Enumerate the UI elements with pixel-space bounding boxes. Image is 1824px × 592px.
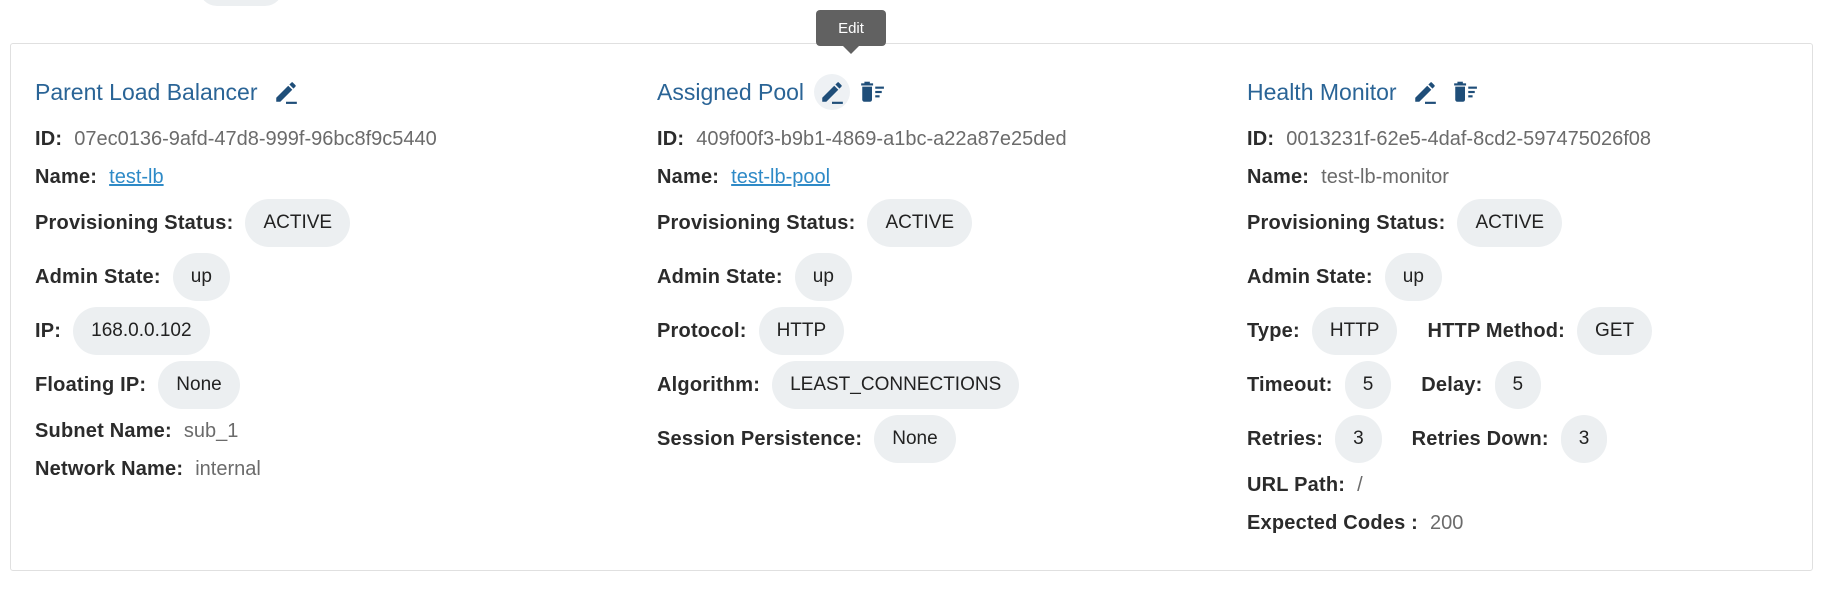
delete-monitor-button[interactable] bbox=[1447, 74, 1483, 110]
lb-subnet-label: Subnet Name: bbox=[35, 419, 172, 442]
pool-name-label: Name: bbox=[657, 165, 720, 188]
monitor-timeout-label: Timeout: bbox=[1247, 373, 1333, 396]
delete-sweep-icon bbox=[1453, 81, 1477, 102]
load-balancer-title: Parent Load Balancer bbox=[35, 78, 258, 105]
monitor-timeout-chip: 5 bbox=[1344, 361, 1392, 409]
pool-admin-label: Admin State: bbox=[657, 265, 783, 288]
lb-fip-chip: None bbox=[158, 361, 240, 409]
top-chip bbox=[199, 0, 283, 6]
monitor-type-label: Type: bbox=[1247, 319, 1300, 342]
monitor-retries-label: Retries: bbox=[1247, 427, 1324, 450]
pool-section: Assigned Pool ID:409f00f3-b9b1-4869-a1b bbox=[657, 74, 1237, 466]
monitor-retries-down-label: Retries Down: bbox=[1411, 427, 1549, 450]
monitor-prov-label: Provisioning Status: bbox=[1247, 211, 1446, 234]
pool-session-label: Session Persistence: bbox=[657, 427, 863, 450]
monitor-id-value: 0013231f-62e5-4daf-8cd2-597475026f08 bbox=[1286, 127, 1652, 150]
monitor-retries-down-chip: 3 bbox=[1560, 415, 1608, 463]
lb-admin-label: Admin State: bbox=[35, 265, 161, 288]
monitor-admin-chip: up bbox=[1384, 253, 1442, 301]
lb-network-label: Network Name: bbox=[35, 457, 184, 480]
pool-prov-label: Provisioning Status: bbox=[657, 211, 856, 234]
pool-admin-chip: up bbox=[794, 253, 852, 301]
lb-id-value: 07ec0136-9afd-47d8-999f-96bc8f9c5440 bbox=[74, 127, 437, 150]
monitor-codes-value: 200 bbox=[1430, 511, 1464, 534]
lb-admin-chip: up bbox=[172, 253, 230, 301]
edit-load-balancer-button[interactable] bbox=[268, 74, 304, 110]
pool-protocol-chip: HTTP bbox=[758, 307, 845, 355]
monitor-url-label: URL Path: bbox=[1247, 473, 1346, 496]
edit-pencil-icon bbox=[822, 82, 843, 104]
monitor-method-label: HTTP Method: bbox=[1427, 319, 1566, 342]
monitor-name-label: Name: bbox=[1247, 165, 1310, 188]
lb-prov-chip: ACTIVE bbox=[245, 199, 351, 247]
detail-card: Parent Load Balancer ID: 07ec0136-9afd-47… bbox=[10, 43, 1813, 571]
edit-monitor-button[interactable] bbox=[1407, 74, 1443, 110]
monitor-method-chip: GET bbox=[1577, 307, 1653, 355]
monitor-name-value: test-lb-monitor bbox=[1321, 165, 1449, 188]
monitor-title: Health Monitor bbox=[1247, 78, 1397, 105]
lb-network-value: internal bbox=[195, 457, 261, 480]
delete-sweep-icon bbox=[861, 81, 884, 102]
pool-title: Assigned Pool bbox=[657, 78, 805, 105]
monitor-type-chip: HTTP bbox=[1311, 307, 1398, 355]
lb-name-label: Name: bbox=[35, 165, 98, 188]
pool-algorithm-label: Algorithm: bbox=[657, 373, 761, 396]
pool-id-label: ID: bbox=[657, 127, 685, 150]
load-balancer-section: Parent Load Balancer ID: 07ec0136-9afd-47… bbox=[35, 74, 635, 488]
monitor-admin-label: Admin State: bbox=[1247, 265, 1373, 288]
edit-pencil-icon bbox=[1414, 82, 1436, 104]
monitor-url-value: / bbox=[1357, 473, 1363, 496]
monitor-delay-chip: 5 bbox=[1494, 361, 1542, 409]
lb-id-label: ID: bbox=[35, 127, 63, 150]
pool-protocol-label: Protocol: bbox=[657, 319, 747, 342]
delete-pool-button[interactable] bbox=[854, 74, 890, 110]
pool-algorithm-chip: LEAST_CONNECTIONS bbox=[772, 361, 1020, 409]
pool-session-chip: None bbox=[874, 415, 956, 463]
edit-pool-button[interactable] bbox=[814, 74, 851, 110]
lb-fip-label: Floating IP: bbox=[35, 373, 147, 396]
monitor-retries-chip: 3 bbox=[1335, 415, 1382, 463]
lb-ip-label: IP: bbox=[35, 319, 62, 342]
lb-prov-label: Provisioning Status: bbox=[35, 211, 234, 234]
lb-ip-chip: 168.0.0.102 bbox=[73, 307, 210, 355]
lb-subnet-value: sub_1 bbox=[183, 419, 239, 442]
monitor-prov-chip: ACTIVE bbox=[1457, 199, 1563, 247]
pool-prov-chip: ACTIVE bbox=[867, 199, 973, 247]
lb-name-link[interactable]: test-lb bbox=[109, 166, 163, 189]
monitor-id-label: ID: bbox=[1247, 127, 1275, 150]
pool-name-link[interactable]: test-lb-pool bbox=[731, 166, 830, 189]
monitor-section: Health Monitor ID:0013231f-62e5-4daf-8c bbox=[1247, 74, 1807, 542]
edit-pencil-icon bbox=[275, 82, 297, 104]
monitor-codes-label: Expected Codes : bbox=[1247, 511, 1419, 534]
pool-id-value: 409f00f3-b9b1-4869-a1bc-a22a87e25ded bbox=[696, 127, 1067, 150]
monitor-delay-label: Delay: bbox=[1421, 373, 1483, 396]
edit-tooltip: Edit bbox=[816, 10, 886, 54]
